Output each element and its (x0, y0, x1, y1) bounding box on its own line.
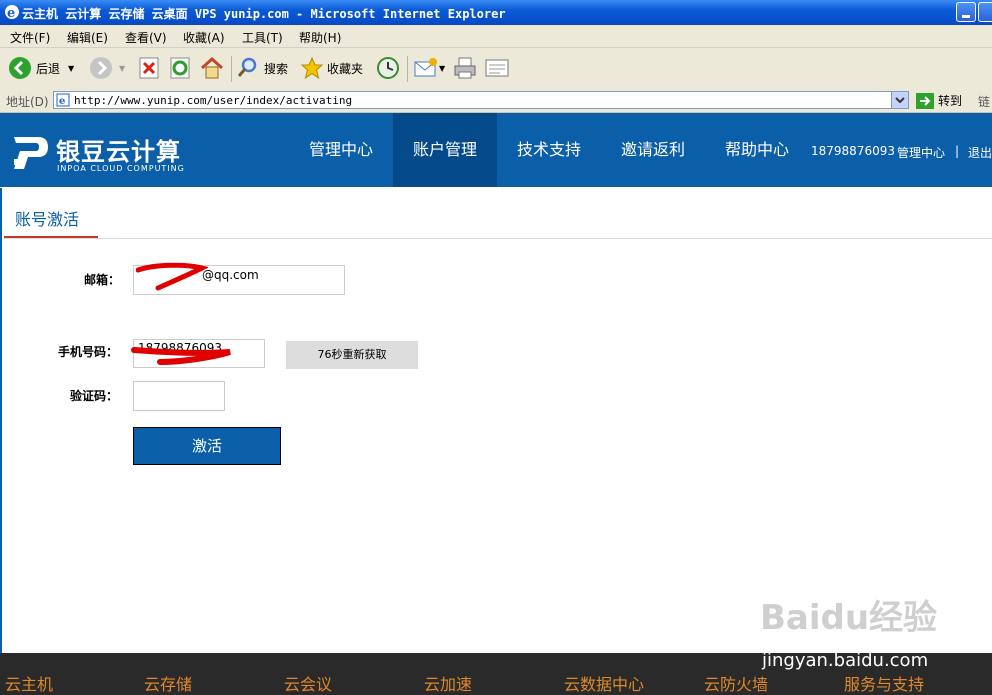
star-icon (300, 56, 324, 80)
redaction-mark (136, 262, 208, 291)
nav-account[interactable]: 账户管理 (393, 113, 497, 187)
search-button[interactable]: 搜索 (236, 54, 288, 82)
edit-page-icon (485, 59, 509, 77)
back-arrow-icon (9, 57, 31, 79)
email-label: 邮箱： (84, 273, 121, 287)
baidu-watermark-url: jingyan.baidu.com (762, 650, 929, 671)
toolbar-separator (231, 56, 232, 82)
menu-help[interactable]: 帮助(H) (299, 29, 341, 46)
go-label: 转到 (938, 94, 963, 108)
back-label: 后退 (36, 61, 61, 76)
logo-text-en: INPOA CLOUD COMPUTING (57, 164, 185, 173)
print-button[interactable] (452, 54, 478, 82)
minimize-button[interactable] (956, 2, 976, 22)
footer-cloud-datacenter[interactable]: 云数据中心 (564, 671, 644, 695)
verification-code-field[interactable] (133, 381, 225, 411)
footer-cloud-storage[interactable]: 云存储 (144, 671, 192, 695)
footer-cloud-acceleration[interactable]: 云加速 (424, 671, 472, 695)
user-center-link[interactable]: 管理中心 (897, 144, 945, 161)
tab-account-activation[interactable]: 账号激活 (15, 206, 79, 230)
forward-arrow-icon (90, 57, 112, 79)
menu-file[interactable]: 文件(F) (10, 29, 50, 46)
back-dropdown-icon[interactable]: ▼ (68, 64, 74, 73)
footer-cloud-meeting[interactable]: 云会议 (284, 671, 332, 695)
baidu-watermark: Baidu经验 (760, 598, 938, 638)
back-button[interactable]: 后退 ▼ (8, 54, 74, 82)
forward-button[interactable]: ▼ (89, 54, 125, 82)
refresh-icon (170, 57, 190, 79)
printer-icon (454, 57, 476, 79)
forward-dropdown-icon[interactable]: ▼ (119, 64, 125, 73)
maximize-button[interactable] (978, 2, 992, 22)
mail-button[interactable]: ▼ (413, 54, 445, 82)
user-divider: | (955, 144, 960, 158)
resend-code-button[interactable]: 76秒重新获取 (286, 341, 418, 369)
toolbar: 后退 ▼ ▼ 搜索 收藏夹 ▼ (0, 48, 992, 90)
search-icon (237, 57, 257, 77)
ie-icon: e (5, 5, 19, 20)
menu-view[interactable]: 查看(V) (125, 29, 167, 46)
menu-tools[interactable]: 工具(T) (242, 29, 283, 46)
links-label[interactable]: 链 (978, 93, 990, 110)
stop-button[interactable] (138, 54, 160, 82)
nav-support[interactable]: 技术支持 (500, 113, 598, 187)
logout-link[interactable]: 退出 (968, 144, 992, 161)
email-value: @qq.com (202, 268, 259, 282)
svg-text:e: e (59, 96, 65, 107)
search-label: 搜索 (264, 61, 289, 76)
go-arrow-icon (916, 92, 934, 109)
logo-icon (14, 137, 48, 169)
window-title: 云主机 云计算 云存储 云桌面 VPS yunip.com - Microsof… (22, 7, 506, 21)
address-bar: 地址(D) e http://www.yunip.com/user/index/… (0, 89, 992, 113)
code-label: 验证码： (70, 389, 119, 403)
toolbar-separator (407, 56, 408, 82)
home-button[interactable] (199, 54, 225, 82)
logo-text-cn: 银豆云计算 (56, 138, 181, 166)
chevron-down-icon (895, 97, 905, 104)
redaction-mark (131, 347, 231, 365)
footer-cloud-host[interactable]: 云主机 (5, 671, 53, 695)
activate-button[interactable]: 激活 (133, 427, 281, 465)
favorites-button[interactable]: 收藏夹 (300, 54, 363, 82)
edit-button[interactable] (484, 54, 510, 82)
stop-icon (139, 57, 159, 79)
mail-icon (414, 58, 437, 77)
menu-bar: 文件(F) 编辑(E) 查看(V) 收藏(A) 工具(T) 帮助(H) (0, 25, 992, 48)
history-button[interactable] (375, 54, 401, 82)
mail-dropdown-icon[interactable]: ▼ (439, 64, 445, 73)
footer-cloud-firewall[interactable]: 云防火墙 (704, 671, 768, 695)
address-url: http://www.yunip.com/user/index/activati… (74, 94, 353, 107)
phone-label: 手机号码： (58, 345, 119, 359)
menu-edit[interactable]: 编辑(E) (67, 29, 108, 46)
home-icon (200, 56, 224, 79)
history-icon (377, 57, 399, 79)
tab-divider (4, 238, 992, 239)
address-input[interactable]: e http://www.yunip.com/user/index/activa… (53, 91, 909, 109)
page-left-border (0, 188, 2, 653)
address-dropdown-button[interactable] (891, 92, 908, 108)
nav-management[interactable]: 管理中心 (292, 113, 390, 187)
footer-service-support[interactable]: 服务与支持 (844, 671, 924, 695)
refresh-button[interactable] (169, 54, 191, 82)
nav-referral[interactable]: 邀请返利 (604, 113, 702, 187)
menu-favorites[interactable]: 收藏(A) (183, 29, 225, 46)
window-titlebar: e 云主机 云计算 云存储 云桌面 VPS yunip.com - Micros… (0, 0, 992, 25)
nav-help[interactable]: 帮助中心 (710, 113, 804, 187)
address-label: 地址(D) (6, 95, 49, 109)
user-phone: 18798876093 (811, 144, 895, 158)
svg-text:e: e (7, 6, 15, 20)
favorites-label: 收藏夹 (327, 61, 364, 76)
go-button[interactable]: 转到 (916, 92, 962, 109)
page-icon: e (56, 93, 70, 107)
